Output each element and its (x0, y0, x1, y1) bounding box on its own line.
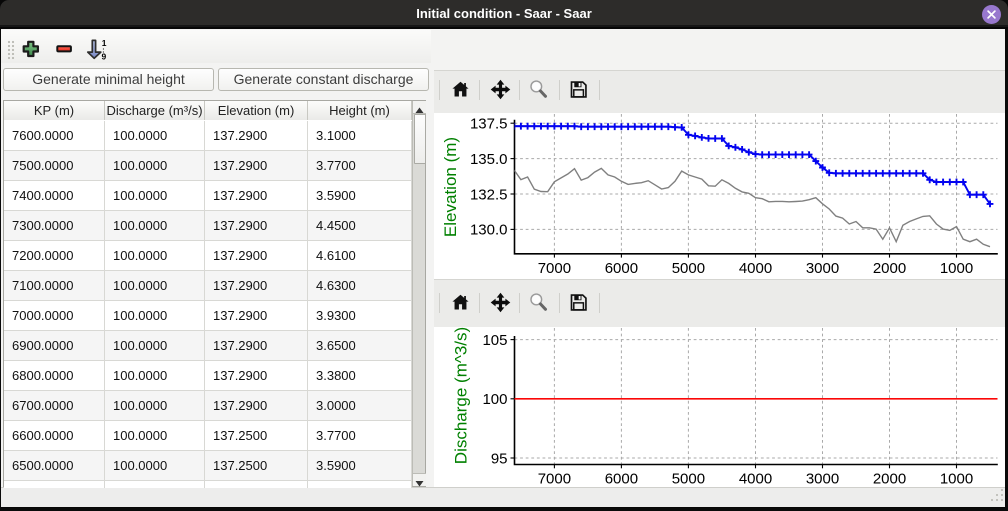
svg-text:9: 9 (102, 51, 107, 61)
